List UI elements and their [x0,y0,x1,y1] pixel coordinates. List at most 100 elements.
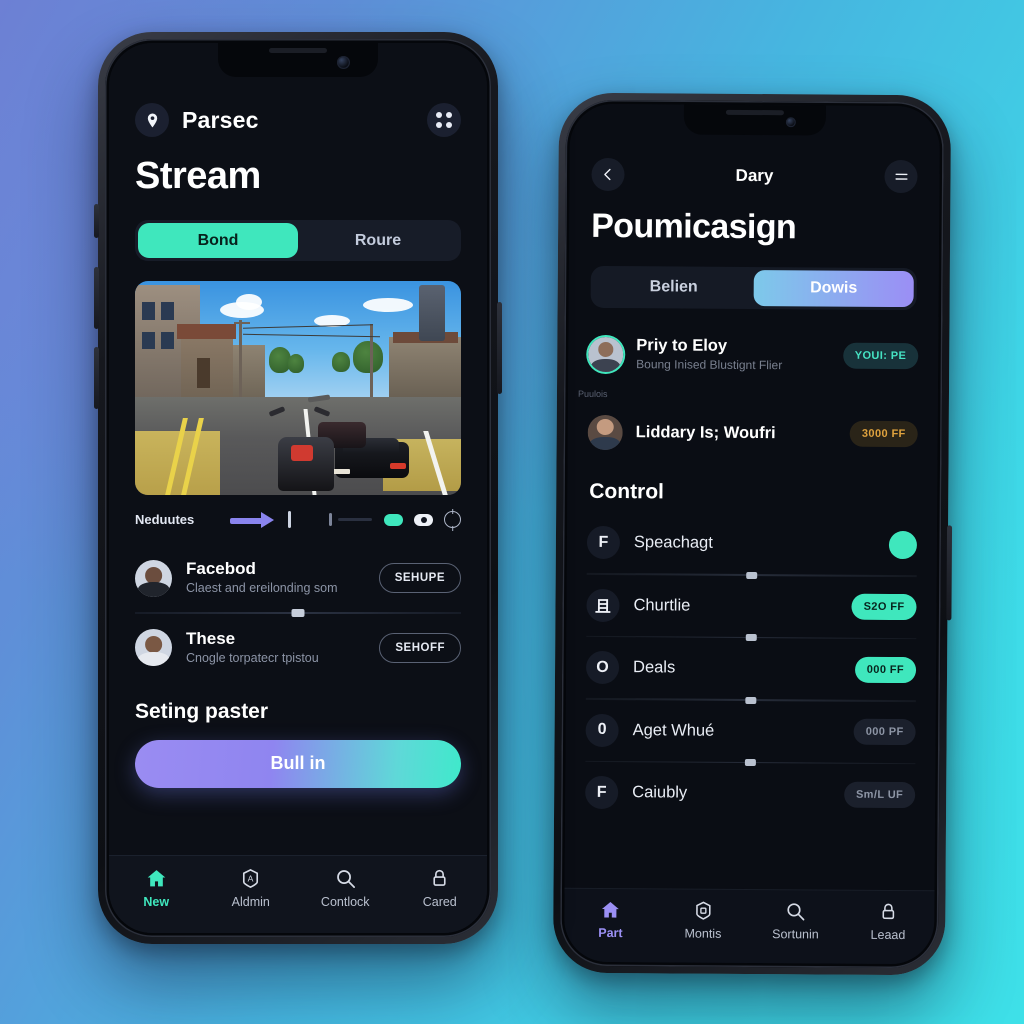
list-item-subtitle: Claest and ereilonding som [186,581,338,595]
license-plate [332,468,351,474]
tab-contlock[interactable]: Contlock [298,867,393,909]
control-row[interactable]: O Deals 000 FF [566,637,936,701]
window [141,302,155,320]
tab-leaad[interactable]: Leaad [842,901,935,943]
building [389,336,461,397]
status-pill-teal[interactable] [384,513,403,526]
control-row-label: Deals [633,658,676,677]
segmented-control[interactable]: Belien Dowis [590,265,917,311]
front-camera [785,117,796,128]
control-row-label: Churtlie [633,595,691,615]
tab-montis[interactable]: Montis [657,899,750,941]
app-header: Parsec [109,89,487,137]
tab-label: Leaad [870,927,906,943]
list-item-subtitle: Boung Inised Blustignt Flier [636,356,783,372]
phone-mute-switch[interactable] [94,204,99,238]
status-badge[interactable]: YOUI: PE [842,342,919,370]
door [196,358,210,388]
chevron-left-icon[interactable] [591,157,625,192]
row-divider [135,609,461,617]
phone-volume-down-button[interactable] [94,347,99,409]
row-action-button[interactable]: SEHUPE [378,563,461,593]
location-pin-icon [135,103,169,137]
segmented-control[interactable]: Bond Roure [135,220,461,261]
phone-power-button[interactable] [946,525,953,621]
list-item-title: Priy to Eloy [636,335,728,355]
tab-cared[interactable]: Cared [393,867,488,909]
tab-new[interactable]: New [109,867,204,909]
tab-aldmin[interactable]: A Aldmin [204,867,299,909]
avatar-caption: Puulois [577,388,608,399]
list-item[interactable]: Priy to Eloy Boung Inised Blustignt Flie… [568,322,938,399]
tab-label: Montis [684,926,722,941]
window [161,332,175,350]
row-icon: 0 [585,713,619,747]
tree [288,353,305,373]
utility-pole [239,319,242,406]
list-item[interactable]: Liddary Is; Woufri 3000 FF [567,400,937,467]
stream-preview-image[interactable] [135,281,461,495]
controls-label: Neduutes [135,512,195,527]
control-row[interactable]: F Speachagt [567,512,937,576]
control-row-label: Caiubly [632,783,688,802]
nav-bar: Dary [569,146,939,194]
notch [683,104,826,136]
window [141,332,155,350]
grid-apps-icon[interactable] [427,103,461,137]
scrub-ticks[interactable] [288,511,372,528]
record-pill-white[interactable] [414,513,433,526]
row-icon: 且 [586,588,620,622]
forward-arrow-icon[interactable] [230,511,274,528]
row-action-button[interactable]: SEHOFF [379,632,461,663]
control-row[interactable]: F Caiubly Sm/L UF [565,762,935,826]
search-icon [787,903,805,921]
list-item-title: Facebod [186,559,256,578]
stream-controls: Neduutes [109,495,487,528]
toggle-switch[interactable] [888,530,918,559]
hamburger-menu-icon[interactable] [884,159,918,194]
earpiece-speaker [269,48,327,53]
svg-text:A: A [248,873,254,883]
tree [352,340,383,373]
control-row[interactable]: 且 Churtlie S2O FF [566,574,936,638]
avatar [135,629,172,666]
value-badge[interactable]: Sm/L UF [843,781,916,808]
tab-label: Sortunin [772,927,819,942]
control-row[interactable]: 0 Aget Whué 000 PF [565,699,935,763]
phone-power-button[interactable] [497,302,502,394]
tab-part[interactable]: Part [564,899,657,941]
tab-label: Cared [422,895,457,909]
notch [218,43,378,77]
list-item[interactable]: These Cnogle torpatecr tpistou SEHOFF [109,614,487,682]
track-segment [338,518,372,521]
section-title: Control [589,479,665,504]
primary-cta-button[interactable]: Bull in [135,739,461,788]
tab-label: Aldmin [231,895,270,909]
pole-crossarm [234,321,251,325]
tree [332,351,351,372]
list-item[interactable]: Facebod Claest and ereilonding som SEHUP… [109,544,487,612]
value-badge[interactable]: 000 PF [853,718,916,746]
tick-minor [329,513,332,526]
status-badge[interactable]: 3000 FF [849,420,918,448]
left-phone-device: Parsec Stream Bond Roure Neduutes Facebo… [94,32,502,944]
tab-roure[interactable]: Roure [298,223,458,258]
avatar [588,336,624,372]
tab-belien[interactable]: Belien [594,269,754,306]
page-title: Poumicasign [591,206,797,247]
tab-dowis[interactable]: Dowis [753,270,914,308]
target-icon[interactable] [444,511,461,528]
badge-a-icon: A [243,868,259,889]
value-badge[interactable]: 000 FF [854,656,917,683]
phone-volume-up-button[interactable] [94,267,99,329]
home-icon [147,870,166,887]
control-row-label: Aget Whué [632,720,715,740]
section-title: Seting paster [135,699,269,723]
tab-sortunin[interactable]: Sortunin [749,900,842,942]
control-row-label: Speachagt [633,533,713,552]
avatar [135,559,172,597]
value-badge[interactable]: S2O FF [851,593,917,621]
window [161,302,175,320]
earpiece-speaker [725,109,784,116]
tab-bond[interactable]: Bond [138,223,298,258]
